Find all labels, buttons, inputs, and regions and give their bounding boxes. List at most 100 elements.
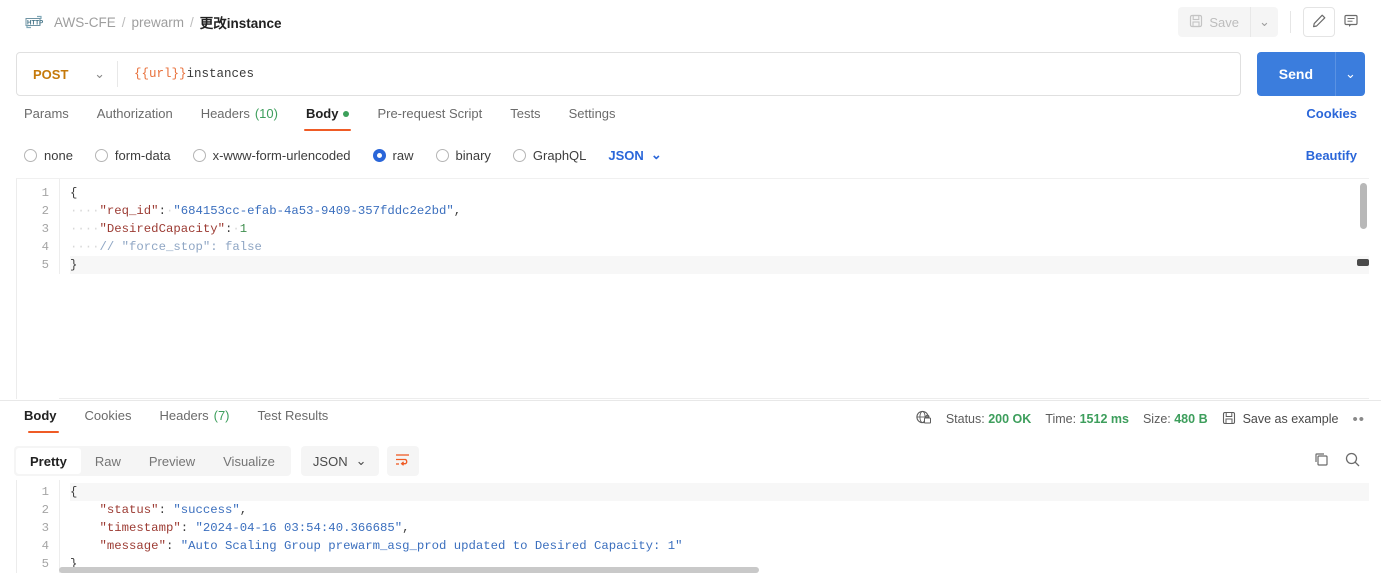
tab-params[interactable]: Params xyxy=(16,104,83,131)
request-code-line-4: ····// "force_stop": false xyxy=(70,238,1369,256)
breadcrumb-collection[interactable]: AWS-CFE xyxy=(54,15,116,30)
body-format-label: JSON xyxy=(608,147,644,163)
tab-pre-request-script-label: Pre-request Script xyxy=(377,106,483,121)
breadcrumb-request-name[interactable]: 更改instance xyxy=(200,12,282,32)
method-selector[interactable]: POST ⌄ xyxy=(17,53,117,95)
url-variable: {{url}} xyxy=(134,67,187,81)
save-as-example-button[interactable]: Save as example xyxy=(1222,411,1339,428)
line-number: 2 xyxy=(41,204,49,218)
radio-urlencoded-icon xyxy=(192,148,206,162)
send-dropdown-button[interactable]: ⌄ xyxy=(1335,52,1365,96)
method-label: POST xyxy=(33,66,69,82)
response-tab-test-results-label: Test Results xyxy=(257,408,329,423)
pane-divider[interactable] xyxy=(0,400,1381,401)
request-body-editor[interactable]: 1 2 3 4 5 { ····"req_id":·"684153cc-efab… xyxy=(16,178,1369,399)
response-tab-test-results[interactable]: Test Results xyxy=(244,406,343,433)
chevron-down-icon: ⌄ xyxy=(650,147,662,162)
body-type-options: none form-data x-www-form-urlencoded raw… xyxy=(0,142,1381,168)
line-number: 1 xyxy=(41,485,49,499)
response-tab-cookies[interactable]: Cookies xyxy=(71,406,146,433)
response-tab-body[interactable]: Body xyxy=(16,406,71,433)
json-colon: : xyxy=(158,204,166,218)
line-number: 1 xyxy=(41,186,49,200)
body-type-form-data-label: form-data xyxy=(114,147,171,163)
breadcrumb-folder[interactable]: prewarm xyxy=(132,15,185,30)
space-dot: · xyxy=(232,222,240,236)
line-number: 3 xyxy=(41,222,49,236)
view-raw-button[interactable]: Raw xyxy=(81,448,135,474)
search-button[interactable] xyxy=(1344,451,1361,471)
url-input[interactable]: {{url}}instances xyxy=(118,67,1240,81)
response-status-bar: Status: 200 OK Time: 1512 ms Size: 480 B… xyxy=(915,406,1365,429)
request-tabs: Params Authorization Headers (10) Body P… xyxy=(0,104,1381,136)
more-options-icon[interactable]: •• xyxy=(1352,411,1365,428)
json-value-timestamp: "2024-04-16 03:54:40.366685" xyxy=(195,521,403,535)
response-tab-cookies-label: Cookies xyxy=(84,408,132,423)
tab-pre-request-script[interactable]: Pre-request Script xyxy=(363,104,496,131)
json-open-brace: { xyxy=(70,186,78,200)
tab-headers-label: Headers xyxy=(200,106,250,121)
url-path: instances xyxy=(186,67,255,81)
response-view-toolbar: Pretty Raw Preview Visualize JSON ⌄ xyxy=(14,444,1367,478)
json-comma: , xyxy=(402,521,410,535)
json-comment-force-stop: // "force_stop": false xyxy=(99,240,262,254)
tab-authorization[interactable]: Authorization xyxy=(83,104,187,131)
body-type-binary-label: binary xyxy=(455,147,491,163)
globe-lock-icon[interactable] xyxy=(915,409,932,429)
body-type-form-data[interactable]: form-data xyxy=(94,147,171,163)
save-dropdown-button[interactable]: ⌄ xyxy=(1250,7,1278,37)
beautify-link[interactable]: Beautify xyxy=(1306,148,1365,163)
http-icon: HTTP xyxy=(24,12,44,32)
tab-headers[interactable]: Headers (10) xyxy=(187,104,292,131)
top-actions: Save ⌄ xyxy=(1178,7,1367,37)
tab-body-label: Body xyxy=(305,106,339,121)
response-body-viewer[interactable]: 1 2 3 4 5 { "status": "success", "timest… xyxy=(16,480,1369,573)
view-preview-button[interactable]: Preview xyxy=(135,448,209,474)
body-modified-dot-icon xyxy=(343,110,350,117)
json-value-message: "Auto Scaling Group prewarm_asg_prod upd… xyxy=(180,539,683,553)
body-type-graphql[interactable]: GraphQL xyxy=(512,148,586,163)
tab-body[interactable]: Body xyxy=(292,104,364,131)
response-code-line-3: "timestamp": "2024-04-16 03:54:40.366685… xyxy=(70,519,1369,537)
size-value: 480 B xyxy=(1174,412,1208,426)
response-tab-body-label: Body xyxy=(24,408,57,423)
copy-button[interactable] xyxy=(1313,451,1330,471)
response-horizontal-scrollbar[interactable] xyxy=(59,567,1369,573)
view-visualize-button[interactable]: Visualize xyxy=(209,448,289,474)
comment-button[interactable] xyxy=(1335,7,1367,37)
indent-guide: ···· xyxy=(70,240,100,254)
word-wrap-icon xyxy=(394,451,411,471)
send-button[interactable]: Send xyxy=(1257,52,1335,96)
word-wrap-button[interactable] xyxy=(386,446,419,476)
response-code-line-2: "status": "success", xyxy=(70,501,1369,519)
json-key-req-id: "req_id" xyxy=(99,204,159,218)
copy-icon xyxy=(1313,453,1330,471)
tab-settings[interactable]: Settings xyxy=(555,104,630,131)
response-format-selector[interactable]: JSON ⌄ xyxy=(300,446,379,476)
request-code-area[interactable]: { ····"req_id":·"684153cc-efab-4a53-9409… xyxy=(59,179,1369,274)
tab-headers-count: (10) xyxy=(254,106,278,121)
tab-settings-label: Settings xyxy=(568,106,616,121)
radio-binary-icon xyxy=(435,148,449,162)
body-type-raw[interactable]: raw xyxy=(372,148,414,163)
body-type-none[interactable]: none xyxy=(24,148,73,163)
body-type-urlencoded[interactable]: x-www-form-urlencoded xyxy=(192,148,351,163)
edit-button[interactable] xyxy=(1303,7,1335,37)
request-code-line-5: } xyxy=(70,256,1369,274)
request-editor-vertical-scrollbar[interactable] xyxy=(1360,183,1367,229)
response-format-label: JSON xyxy=(312,453,348,469)
save-as-example-label: Save as example xyxy=(1242,412,1339,426)
body-type-binary[interactable]: binary xyxy=(435,147,491,163)
search-icon xyxy=(1344,452,1361,471)
view-pretty-button[interactable]: Pretty xyxy=(16,448,81,474)
response-tab-headers[interactable]: Headers (7) xyxy=(145,406,243,433)
request-editor-horizontal-scrollbar[interactable] xyxy=(1357,259,1369,266)
cookies-link[interactable]: Cookies xyxy=(1306,104,1365,121)
json-key-status: "status" xyxy=(99,503,159,517)
json-comma: , xyxy=(453,204,462,218)
tab-tests[interactable]: Tests xyxy=(496,104,554,131)
save-button[interactable]: Save xyxy=(1178,7,1250,37)
body-format-selector[interactable]: JSON ⌄ xyxy=(608,147,661,163)
time-group: Time: 1512 ms xyxy=(1045,412,1129,426)
response-code-line-4: "message": "Auto Scaling Group prewarm_a… xyxy=(70,537,1369,555)
